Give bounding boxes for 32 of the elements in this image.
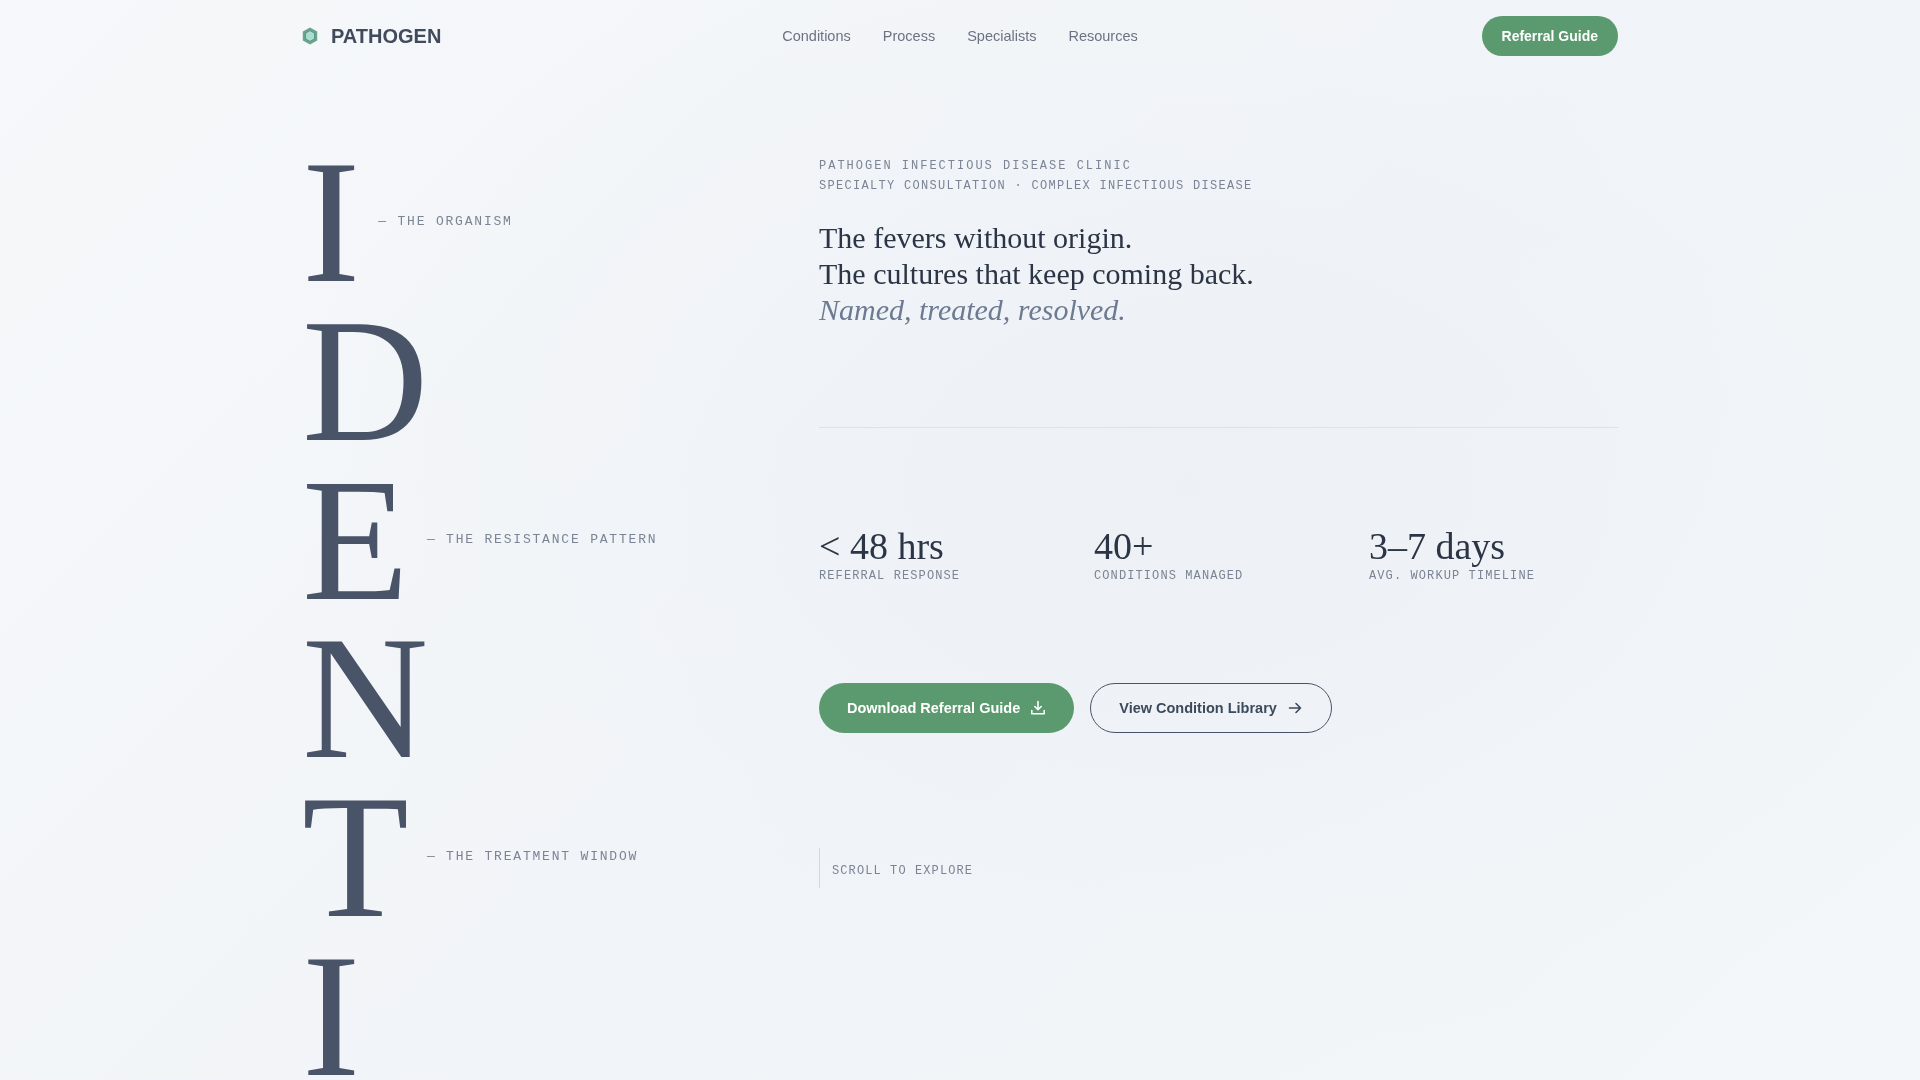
display-letter: N	[302, 638, 429, 759]
tagline-text: Named, treated, resolved.	[819, 292, 1127, 328]
nav-link[interactable]: Specialists	[967, 28, 1037, 44]
stat-value: < 48 hrs	[819, 524, 944, 568]
display-letter: D	[302, 320, 429, 441]
display-letter: T	[302, 797, 409, 918]
eyebrow-title: PATHOGEN INFECTIOUS DISEASE CLINIC	[819, 158, 1133, 175]
view-library-button[interactable]: View Condition Library	[1090, 683, 1332, 733]
eyebrow-subtitle: SPECIALTY CONSULTATION · COMPLEX INFECTIOUS DISEASE	[819, 178, 1254, 195]
stat-label: CONDITIONS MANAGED	[1094, 568, 1244, 584]
section-label: — THE ORGANISM	[378, 214, 513, 230]
display-letter: I	[302, 956, 361, 1076]
nav-link[interactable]: Conditions	[782, 28, 851, 44]
download-button[interactable]: Download Referral Guide	[819, 683, 1075, 733]
scroll-hint: SCROLL TO EXPLORE	[819, 848, 974, 888]
headline-text: The cultures that keep coming back.	[819, 256, 1255, 292]
section-label: — THE TREATMENT WINDOW	[426, 849, 639, 866]
stat-label: REFERRAL RESPONSE	[819, 568, 961, 584]
nav-link[interactable]: Resources	[1068, 28, 1138, 44]
referral-guide-button[interactable]: Referral Guide	[1481, 16, 1618, 56]
display-letter: E	[302, 479, 409, 600]
stat-value: 3–7 days	[1369, 524, 1506, 568]
download-icon	[1030, 700, 1047, 716]
brand-name[interactable]: PATHOGEN	[331, 24, 442, 48]
arrow-right-icon	[1286, 700, 1303, 716]
stat-value: 40+	[1094, 524, 1154, 568]
headline-text: The fevers without origin.	[819, 220, 1134, 256]
stat-label: AVG. WORKUP TIMELINE	[1369, 568, 1536, 584]
display-letter: I	[302, 162, 361, 282]
section-label: — THE RESISTANCE PATTERN	[426, 531, 658, 548]
nav-link[interactable]: Process	[882, 28, 936, 44]
hexagon-logo-icon	[302, 27, 318, 45]
